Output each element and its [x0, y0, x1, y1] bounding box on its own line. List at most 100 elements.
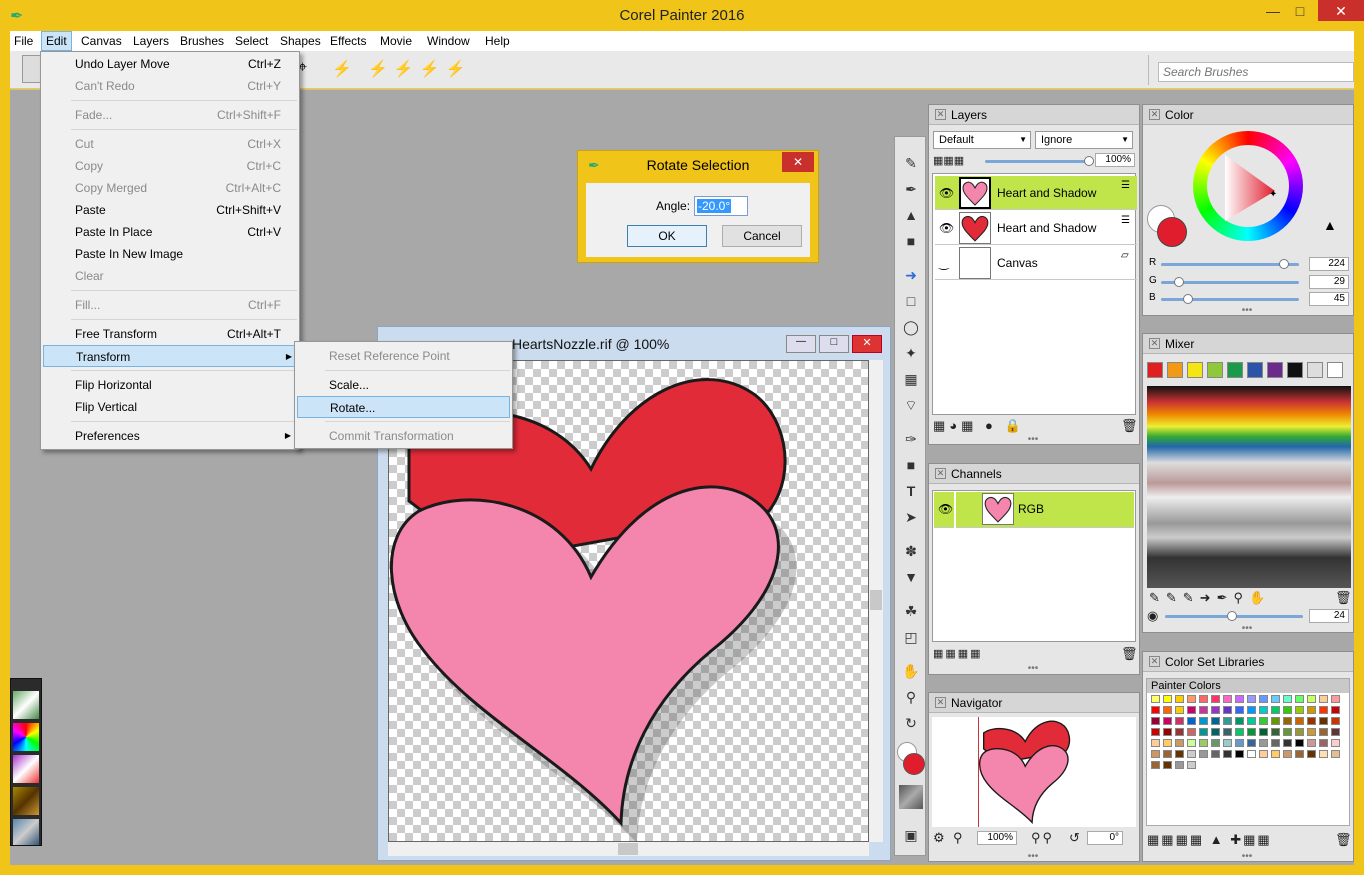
color-set-swatch[interactable]: [1223, 717, 1232, 725]
mixer-swatch[interactable]: [1167, 362, 1183, 378]
color-set-swatch[interactable]: [1295, 728, 1304, 736]
grabber-hand-icon[interactable]: ✋: [901, 661, 921, 681]
close-icon[interactable]: ✕: [935, 697, 946, 708]
color-set-swatch[interactable]: [1247, 750, 1256, 758]
dialog-close-button[interactable]: ✕: [782, 152, 814, 172]
menu-item-fade[interactable]: Fade... Ctrl+Shift+F: [41, 104, 299, 126]
brush-category-icon[interactable]: [13, 787, 39, 815]
brush-category-icon[interactable]: [13, 723, 39, 751]
color-set-swatch[interactable]: [1271, 728, 1280, 736]
channel-actions-icons[interactable]: ▦▦▦▦: [933, 646, 983, 662]
menu-item-undo[interactable]: Undo Layer Move Ctrl+Z: [41, 53, 299, 75]
color-set-swatch[interactable]: [1331, 739, 1340, 747]
flip-icon[interactable]: ⚡: [332, 59, 352, 79]
color-set-swatch[interactable]: [1163, 706, 1172, 714]
menu-canvas[interactable]: Canvas: [77, 31, 126, 51]
mixer-swatch[interactable]: [1247, 362, 1263, 378]
close-window-button[interactable]: ✕: [1318, 0, 1364, 21]
color-set-swatch[interactable]: [1271, 717, 1280, 725]
minimize-icon[interactable]: —: [1262, 0, 1284, 22]
color-set-swatch[interactable]: [1259, 728, 1268, 736]
color-set-swatch[interactable]: [1307, 695, 1316, 703]
mixer-size-knob[interactable]: [1227, 611, 1237, 621]
horizontal-scrollbar[interactable]: [388, 842, 869, 856]
color-set-swatch[interactable]: [1271, 750, 1280, 758]
menu-item-scale[interactable]: Scale...: [295, 374, 512, 396]
color-set-swatch[interactable]: [1199, 717, 1208, 725]
color-set-swatch[interactable]: [1247, 695, 1256, 703]
paper-selector-icon[interactable]: [899, 785, 923, 809]
mixer-size-value[interactable]: 24: [1309, 609, 1349, 623]
color-set-actions-icons[interactable]: ▦▦▦▦ ▲ ✚▦▦: [1147, 832, 1272, 848]
menu-movie[interactable]: Movie: [376, 31, 416, 51]
color-set-swatch[interactable]: [1331, 717, 1340, 725]
color-set-swatch[interactable]: [1175, 706, 1184, 714]
text-tool-icon[interactable]: T: [901, 481, 921, 501]
composite-method-select[interactable]: Default ▼: [933, 131, 1031, 149]
color-set-swatch[interactable]: [1235, 739, 1244, 747]
menu-item-fill[interactable]: Fill... Ctrl+F: [41, 294, 299, 316]
color-set-swatch[interactable]: [1319, 706, 1328, 714]
mixer-swatch[interactable]: [1327, 362, 1343, 378]
color-set-swatch[interactable]: [1211, 728, 1220, 736]
color-set-swatch[interactable]: [1259, 695, 1268, 703]
selection-adjuster-icon[interactable]: ▦: [901, 369, 921, 389]
close-icon[interactable]: ✕: [935, 109, 946, 120]
doc-maximize-button[interactable]: □: [819, 335, 849, 353]
color-set-swatch[interactable]: [1259, 739, 1268, 747]
opacity-value[interactable]: 100%: [1095, 153, 1135, 167]
color-set-swatch[interactable]: [1307, 750, 1316, 758]
menu-item-preferences[interactable]: Preferences ▶: [41, 425, 299, 447]
color-set-swatch[interactable]: [1235, 695, 1244, 703]
color-set-swatch[interactable]: [1259, 706, 1268, 714]
close-icon[interactable]: ✕: [935, 468, 946, 479]
trash-icon[interactable]: 🗑: [1335, 832, 1352, 848]
layer-row[interactable]: 👁 Heart and Shadow ☰: [935, 211, 1137, 245]
mirror-icon[interactable]: ◰: [901, 627, 921, 647]
color-set-swatch[interactable]: [1175, 695, 1184, 703]
menu-brushes[interactable]: Brushes: [176, 31, 228, 51]
color-set-swatch[interactable]: [1187, 750, 1196, 758]
layer-row[interactable]: 👁 Heart and Shadow ☰: [935, 176, 1137, 210]
navigator-settings-icon[interactable]: ⚙: [933, 830, 945, 846]
close-icon[interactable]: ✕: [1149, 109, 1160, 120]
color-set-swatch[interactable]: [1235, 717, 1244, 725]
menu-layers[interactable]: Layers: [129, 31, 173, 51]
layer-row[interactable]: ‿ Canvas ▱: [935, 246, 1137, 280]
color-set-swatch[interactable]: [1235, 728, 1244, 736]
preserve-select[interactable]: Ignore ▼: [1035, 131, 1133, 149]
b-value[interactable]: 45: [1309, 292, 1349, 306]
menu-item-copy-merged[interactable]: Copy Merged Ctrl+Alt+C: [41, 177, 299, 199]
menu-item-transform[interactable]: Transform ▶: [43, 345, 297, 367]
mixer-swatch[interactable]: [1147, 362, 1163, 378]
color-set-swatch[interactable]: [1331, 728, 1340, 736]
opacity-slider-knob[interactable]: [1084, 156, 1094, 166]
menu-file[interactable]: File: [10, 31, 37, 51]
color-set-swatch[interactable]: [1295, 695, 1304, 703]
trash-icon[interactable]: 🗑: [1121, 418, 1138, 434]
color-set-swatch[interactable]: [1187, 717, 1196, 725]
color-set-swatch[interactable]: [1223, 695, 1232, 703]
color-set-swatch[interactable]: [1151, 750, 1160, 758]
opacity-slider[interactable]: [985, 160, 1087, 163]
color-set-swatch[interactable]: [1331, 695, 1340, 703]
color-set-swatch[interactable]: [1223, 750, 1232, 758]
rotate-page-icon[interactable]: ↻: [901, 713, 921, 733]
doc-minimize-button[interactable]: —: [786, 335, 816, 353]
mixer-swatch[interactable]: [1287, 362, 1303, 378]
menu-item-flip-horizontal[interactable]: Flip Horizontal: [41, 374, 299, 396]
angle-input[interactable]: -20.0°: [694, 196, 748, 216]
menu-edit[interactable]: Edit: [41, 31, 72, 51]
close-icon[interactable]: ✕: [1149, 656, 1160, 667]
color-set-swatch[interactable]: [1211, 717, 1220, 725]
mixer-swatch[interactable]: [1207, 362, 1223, 378]
color-set-swatch[interactable]: [1199, 695, 1208, 703]
menu-effects[interactable]: Effects: [326, 31, 370, 51]
menu-window[interactable]: Window: [423, 31, 474, 51]
color-set-swatch[interactable]: [1175, 728, 1184, 736]
color-set-swatch[interactable]: [1151, 761, 1160, 769]
color-set-swatch[interactable]: [1307, 717, 1316, 725]
rotate-icon[interactable]: ↺: [1069, 830, 1080, 846]
r-slider-knob[interactable]: [1279, 259, 1289, 269]
mixer-swatch[interactable]: [1227, 362, 1243, 378]
